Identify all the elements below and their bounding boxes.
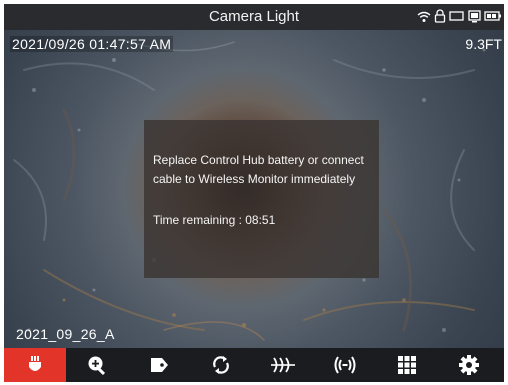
wifi-icon [417, 10, 431, 23]
lock-icon [434, 9, 446, 23]
monitor-icon [468, 9, 481, 23]
battery-icon [484, 10, 502, 22]
grid-icon [398, 356, 416, 374]
warning-message-line1: Replace Control Hub battery or connect [153, 153, 364, 167]
settings-icon [459, 355, 479, 375]
battery-warning-dialog: Replace Control Hub battery or connect c… [144, 120, 379, 278]
distance-readout: 9.3FT [465, 36, 502, 52]
battery-outline-icon [449, 10, 465, 22]
bottom-toolbar [4, 348, 504, 382]
rotate-icon [213, 356, 229, 374]
time-remaining-label: Time remaining : 08:51 [153, 213, 276, 227]
camera-monitor-screen: Camera Light 2021/09/26 01:47:57 AM 9.3F… [4, 4, 504, 382]
distance-counter-icon [271, 357, 295, 373]
tag-icon [151, 358, 168, 372]
settings-button[interactable] [438, 348, 500, 382]
transmit-button[interactable] [314, 348, 376, 382]
recording-timestamp: 2021/09/26 01:47:57 AM [10, 36, 174, 52]
rotate-button[interactable] [190, 348, 252, 382]
zoom-button[interactable] [66, 348, 128, 382]
distance-counter-button[interactable] [252, 348, 314, 382]
grid-button[interactable] [376, 348, 438, 382]
tag-button[interactable] [128, 348, 190, 382]
transmit-icon [334, 356, 356, 374]
file-name-label: 2021_09_26_A [16, 326, 115, 342]
warning-message-line2: cable to Wireless Monitor immediately [153, 172, 356, 186]
title-bar: Camera Light [4, 4, 504, 30]
camera-light-button[interactable] [4, 348, 66, 382]
camera-feed: 2021/09/26 01:47:57 AM 9.3FT 2021_09_26_… [4, 30, 504, 348]
zoom-in-icon [88, 356, 106, 376]
camera-light-icon [29, 356, 41, 371]
status-icons [417, 9, 502, 23]
